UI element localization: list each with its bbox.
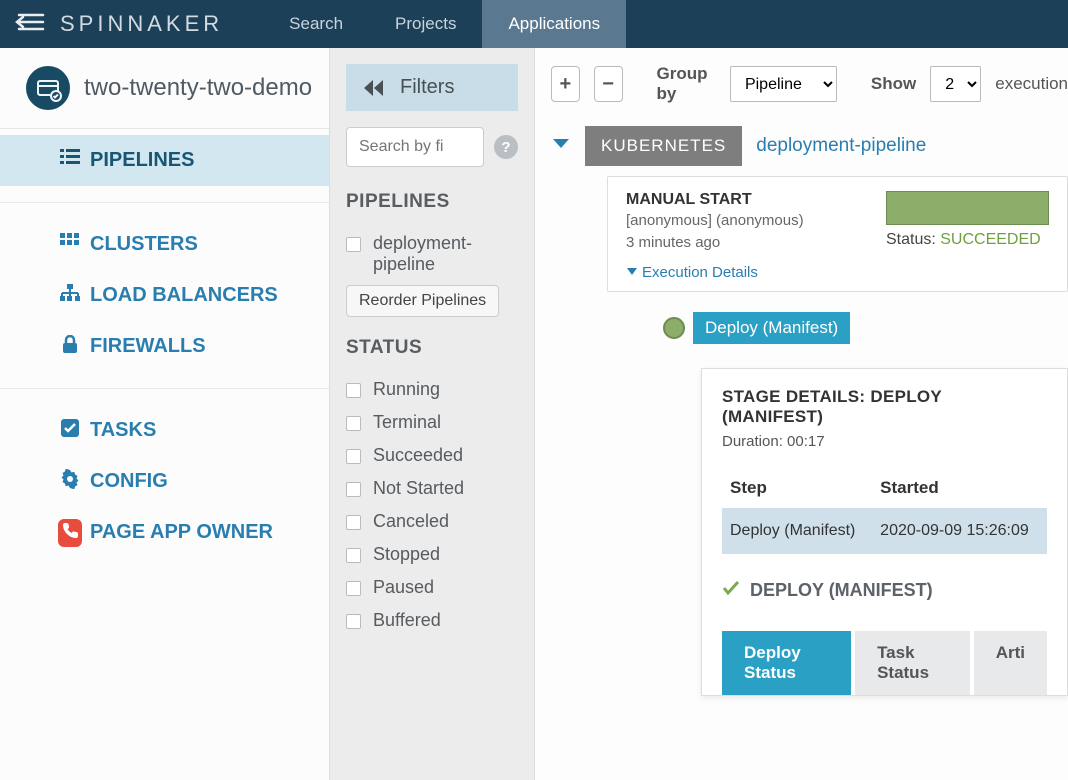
rewind-icon [362,78,386,98]
sidebar-item-pageowner[interactable]: PAGE APP OWNER [0,507,329,558]
pipeline-header: KUBERNETES deployment-pipeline [551,126,1068,166]
checkbox-icon[interactable] [346,515,361,530]
list-icon [58,149,82,173]
checkbox-icon[interactable] [346,237,361,252]
app-header: two-twenty-two-demo [0,48,329,129]
sidebar-item-pipelines[interactable]: PIPELINES [0,135,329,186]
sidebar-label: TASKS [90,419,156,442]
sidebar-item-config[interactable]: CONFIG [0,456,329,507]
chevron-down-icon[interactable] [551,137,571,156]
tab-task-status[interactable]: Task Status [855,631,970,695]
checkbox-icon[interactable] [346,581,361,596]
filter-status-running[interactable]: Running [346,373,518,406]
cell-step: Deploy (Manifest) [722,508,872,554]
primary-nav: Search Projects Applications [263,0,626,48]
pipeline-name-link[interactable]: deployment-pipeline [756,135,926,157]
phone-icon [58,519,82,547]
execution-details-link[interactable]: Execution Details [626,264,846,281]
check-icon [722,580,740,601]
filter-pipeline-item[interactable]: deployment-pipeline [346,227,518,281]
nav-applications[interactable]: Applications [482,0,626,48]
show-label: Show [871,74,916,94]
help-icon[interactable]: ? [494,135,518,159]
col-step: Step [722,468,872,508]
stage-node-button[interactable]: Deploy (Manifest) [693,312,850,344]
grid-icon [58,233,82,257]
filter-heading-status: STATUS [346,337,518,359]
sidebar-label: PAGE APP OWNER [90,521,273,544]
sidebar-label: CONFIG [90,470,168,493]
check-icon [58,418,82,444]
execution-user: [anonymous] (anonymous) [626,211,846,231]
tab-deploy-status[interactable]: Deploy Status [722,631,851,695]
filter-pipeline-label: deployment-pipeline [373,233,518,275]
toolbar: + − Group by Pipeline Show 2 execution [551,64,1068,104]
cell-started: 2020-09-09 15:26:09 [872,508,1047,554]
table-row[interactable]: Deploy (Manifest) 2020-09-09 15:26:09 [722,508,1047,554]
checkbox-icon[interactable] [346,548,361,563]
checkbox-icon[interactable] [346,449,361,464]
filter-status-paused[interactable]: Paused [346,571,518,604]
checkbox-icon[interactable] [346,482,361,497]
stage-branch: Deploy (Manifest) [637,298,1068,344]
sitemap-icon [58,284,82,308]
sidebar-label: CLUSTERS [90,233,198,256]
filter-status-terminal[interactable]: Terminal [346,406,518,439]
add-button[interactable]: + [551,66,580,102]
sidebar-label: PIPELINES [90,149,194,172]
stage-status-dot [663,317,685,339]
checkbox-icon[interactable] [346,614,361,629]
sidebar-item-clusters[interactable]: CLUSTERS [0,219,329,270]
platform-tag: KUBERNETES [585,126,742,166]
app-name: two-twenty-two-demo [84,74,312,103]
app-icon [26,66,70,110]
sidebar-label: FIREWALLS [90,335,206,358]
progress-bar [886,191,1049,225]
menu-toggle-icon[interactable] [0,11,60,38]
filters-panel: Filters ? PIPELINES deployment-pipeline … [330,48,535,780]
lock-icon [58,335,82,359]
reorder-pipelines-button[interactable]: Reorder Pipelines [346,285,499,317]
filter-status-succeeded[interactable]: Succeeded [346,439,518,472]
sidebar-label: LOAD BALANCERS [90,284,278,307]
groupby-select[interactable]: Pipeline [730,66,837,102]
filters-toggle[interactable]: Filters [346,64,518,111]
executions-label: execution [995,74,1068,94]
filter-heading-pipelines: PIPELINES [346,191,518,213]
filter-status-stopped[interactable]: Stopped [346,538,518,571]
execution-status: Status: SUCCEEDED [886,231,1049,249]
checkbox-icon[interactable] [346,383,361,398]
filter-status-notstarted[interactable]: Not Started [346,472,518,505]
execution-trigger: MANUAL START [626,191,846,209]
execution-time: 3 minutes ago [626,233,846,253]
main-content: + − Group by Pipeline Show 2 execution K… [535,48,1068,780]
steps-table: Step Started Deploy (Manifest) 2020-09-0… [722,468,1047,554]
filter-status-buffered[interactable]: Buffered [346,604,518,637]
checkbox-icon[interactable] [346,416,361,431]
groupby-label: Group by [657,64,716,104]
left-sidebar: two-twenty-two-demo PIPELINES CLUSTERS L… [0,48,330,780]
nav-projects[interactable]: Projects [369,0,482,48]
deploy-subheader: DEPLOY (MANIFEST) [722,580,1047,601]
nav-search[interactable]: Search [263,0,369,48]
tab-artifacts[interactable]: Arti [974,631,1047,695]
chevron-down-icon [626,267,638,277]
remove-button[interactable]: − [594,66,623,102]
search-input[interactable] [346,127,484,167]
filter-status-canceled[interactable]: Canceled [346,505,518,538]
stage-details-panel: STAGE DETAILS: DEPLOY (MANIFEST) Duratio… [701,368,1068,696]
top-navbar: SPINNAKER Search Projects Applications [0,0,1068,48]
show-select[interactable]: 2 [930,66,981,102]
stage-tabs: Deploy Status Task Status Arti [722,631,1047,695]
sidebar-item-loadbalancers[interactable]: LOAD BALANCERS [0,270,329,321]
stage-details-title: STAGE DETAILS: DEPLOY (MANIFEST) [722,387,1047,427]
filters-label: Filters [400,76,454,99]
execution-card: MANUAL START [anonymous] (anonymous) 3 m… [607,176,1068,292]
sidebar-item-firewalls[interactable]: FIREWALLS [0,321,329,372]
col-started: Started [872,468,1047,508]
gear-icon [58,469,82,495]
sidebar-item-tasks[interactable]: TASKS [0,405,329,456]
stage-duration: Duration: 00:17 [722,433,1047,450]
brand-title: SPINNAKER [60,11,263,37]
